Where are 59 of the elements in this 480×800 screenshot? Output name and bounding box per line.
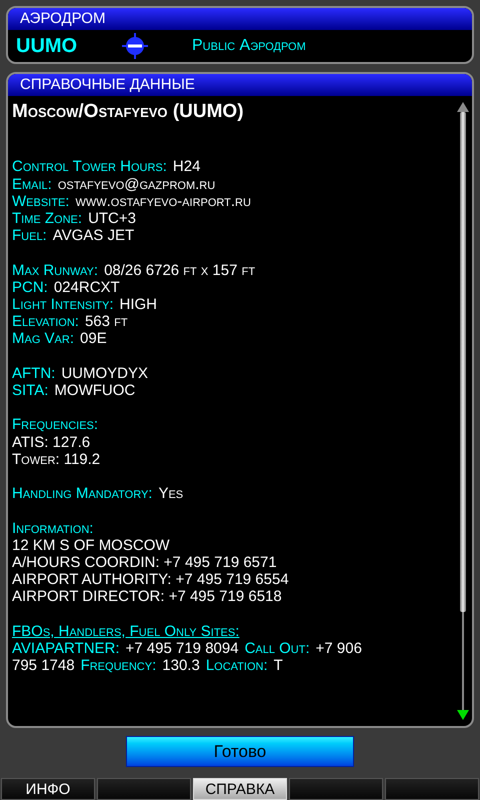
field-label: Frequencies: (12, 416, 98, 434)
softkey[interactable]: ИНФО (1, 778, 95, 800)
field-value: T (274, 657, 283, 674)
field-value: 130.3 (162, 657, 200, 674)
airport-type: Public Аэродром (192, 36, 306, 56)
field-value: UUMOYDYX (61, 364, 148, 382)
field-label: SITA: (12, 382, 48, 400)
field-value: +7 906 (316, 640, 362, 658)
airport-icon (122, 33, 148, 59)
field-value: ATIS: 127.6 (12, 434, 90, 451)
section-link[interactable]: FBOs, Handlers, Fuel Only Sites: (12, 622, 240, 640)
field-label: Frequency: (80, 657, 156, 674)
field-label: Fuel: (12, 227, 47, 244)
field-value: 08/26 6726 ft x 157 ft (104, 262, 256, 279)
scroll-down-icon[interactable] (457, 710, 469, 720)
field-value: AIRPORT AUTHORITY: +7 495 719 6554 (12, 571, 289, 588)
scroll-up-icon[interactable] (457, 102, 469, 112)
panel-header: АЭРОДРОМ (8, 8, 472, 30)
field-value: HIGH (120, 296, 158, 314)
field-value: www.ostafyevo-airport.ru (75, 192, 251, 210)
field-value: Tower: 119.2 (12, 450, 100, 468)
field-label: Time Zone: (12, 210, 82, 228)
softkey[interactable] (289, 778, 383, 800)
field-value: Yes (158, 485, 184, 502)
field-label: Handling Mandatory: (12, 485, 152, 502)
softkey[interactable] (385, 778, 479, 800)
field-value: AVGAS JET (52, 227, 134, 244)
field-label: Website: (12, 192, 70, 210)
softkey[interactable]: СПРАВКА (193, 778, 287, 800)
field-value: 795 1748 (12, 657, 75, 674)
field-label: Mag Var: (12, 330, 74, 348)
field-value: AIRPORT DIRECTOR: +7 495 719 6518 (12, 588, 282, 606)
field-label: Max Runway: (12, 262, 98, 279)
field-value: UTC+3 (88, 210, 136, 228)
done-button[interactable]: Готово (126, 736, 354, 767)
field-value: 12 KM S OF MOSCOW (12, 536, 170, 554)
field-value: H24 (172, 158, 200, 176)
airport-name: Moscow/Ostafyevo (UUMO) (12, 100, 245, 124)
scroll-thumb[interactable] (460, 112, 466, 612)
field-label: Call Out: (244, 640, 310, 658)
field-label: Control Tower Hours: (12, 158, 167, 176)
airport-ident: UUMO (16, 34, 78, 59)
field-label: Location: (206, 657, 268, 674)
field-value: +7 495 719 8094 (126, 640, 239, 658)
softkey[interactable] (97, 778, 191, 800)
field-label: Light Intensity: (12, 296, 114, 314)
field-value: 563 ft (84, 313, 128, 330)
field-value: 09E (80, 330, 107, 348)
field-value: A/HOURS COORDIN: +7 495 719 6571 (12, 554, 277, 572)
field-label: AFTN: (12, 364, 56, 382)
field-label: Email: (12, 176, 52, 193)
field-value: MOWFUOC (54, 382, 136, 400)
field-label: AVIAPARTNER: (12, 640, 120, 658)
field-label: PCN: (12, 278, 48, 296)
field-label: Elevation: (12, 313, 79, 330)
panel-header: СПРАВОЧНЫЕ ДАННЫЕ (8, 74, 472, 96)
field-value: ostafyevo@gazprom.ru (58, 176, 216, 193)
field-label: Information: (12, 520, 94, 537)
field-value: 024RCXT (54, 278, 120, 296)
